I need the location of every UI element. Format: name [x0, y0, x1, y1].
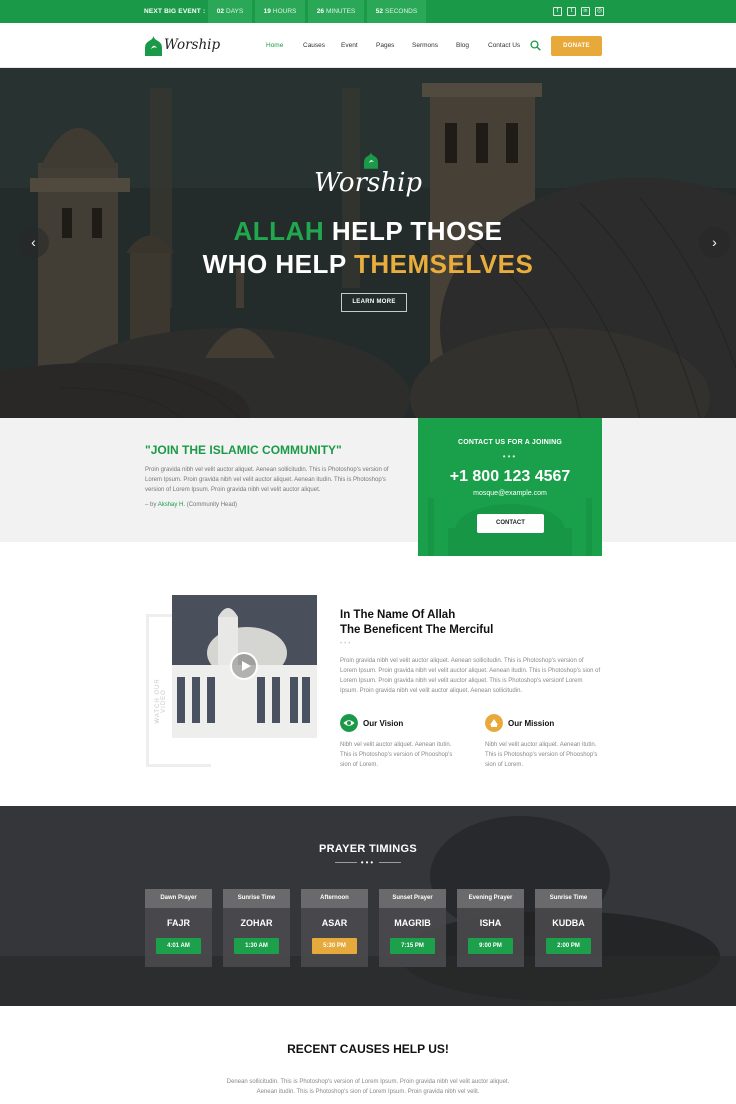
linkedin-icon[interactable]: in — [581, 7, 590, 16]
prayer-card-isha: Evening Prayer ISHA 9:00 PM — [457, 889, 524, 967]
hero-logo-icon — [364, 152, 378, 169]
contact-phone[interactable]: +1 800 123 4567 — [418, 468, 602, 486]
author-name-link[interactable]: Akshay H. — [158, 502, 185, 508]
chevron-right-icon[interactable]: › — [699, 227, 730, 258]
prayer-card-name: ISHA — [479, 918, 502, 928]
hero-headline-line2: WHO HELP THEMSELVES — [202, 249, 534, 279]
nav-blog[interactable]: Blog — [456, 23, 469, 68]
video-thumbnail[interactable] — [172, 595, 317, 738]
prayer-card-time: 1:30 AM — [234, 938, 279, 954]
contact-box: CONTACT US FOR A JOINING ••• +1 800 123 … — [418, 418, 602, 556]
prayer-card-name: KUDBA — [552, 918, 585, 928]
prayer-card-head: Dawn Prayer — [145, 889, 212, 908]
prayer-card-magrib: Sunset Prayer MAGRIB 7:15 PM — [379, 889, 446, 967]
mosque-logo-icon — [145, 36, 162, 56]
about-title: In The Name Of Allah The Beneficent The … — [340, 609, 494, 636]
nav-contact-us[interactable]: Contact Us — [488, 23, 520, 68]
learn-more-button[interactable]: LEARN MORE — [341, 293, 407, 312]
prayer-card-time: 4:01 AM — [156, 938, 201, 954]
prayer-card-kudba: Sunrise Time KUDBA 2:00 PM — [535, 889, 602, 967]
twitter-icon[interactable]: t — [567, 7, 576, 16]
search-icon[interactable] — [530, 40, 541, 51]
nav-event[interactable]: Event — [341, 23, 358, 68]
contact-button[interactable]: CONTACT — [477, 514, 544, 533]
contact-label: CONTACT US FOR A JOINING — [457, 439, 563, 446]
prayer-timings-section: PRAYER TIMINGS ••• Dawn Prayer FAJR 4:01… — [0, 806, 736, 1006]
watch-video-label: WATCH OUR VIDEO — [155, 678, 167, 724]
eye-icon — [340, 714, 358, 732]
causes-text: Denean sollicitudin. This is Photoshop's… — [226, 1079, 510, 1095]
top-bar: NEXT BIG EVENT : 02 DAYS 19 HOURS 26 MINUTE… — [0, 0, 736, 23]
prayer-card-head: Evening Prayer — [457, 889, 524, 908]
nav-home[interactable]: Home — [266, 23, 283, 68]
hero-slider: Worship ALLAH HELP THOSE WHO HELP THEMSE… — [0, 68, 736, 418]
hero-logo-text: Worship — [313, 168, 423, 198]
nav-pages[interactable]: Pages — [376, 23, 394, 68]
prayer-card-name: FAJR — [166, 918, 190, 928]
community-title: "JOIN THE ISLAMIC COMMUNITY" — [145, 443, 342, 457]
countdown-hours: 19 HOURS — [255, 0, 305, 23]
instagram-icon[interactable]: ◎ — [595, 7, 604, 16]
prayer-card-asar: Afternoon ASAR 5:30 PM — [301, 889, 368, 967]
prayer-card-time: 7:15 PM — [390, 938, 435, 954]
vision-title: Our Vision — [363, 719, 404, 728]
prayer-card-name: MAGRIB — [394, 918, 431, 928]
prayer-card-time: 5:30 PM — [312, 938, 357, 954]
nav-causes[interactable]: Causes — [303, 23, 325, 68]
play-icon[interactable] — [230, 652, 258, 680]
about-text: Proin gravida nibh vel velit auctor aliq… — [340, 658, 601, 694]
contact-dots: ••• — [502, 452, 518, 461]
prayer-card-time: 9:00 PM — [468, 938, 513, 954]
prayer-card-head: Sunrise Time — [223, 889, 290, 908]
mission-icon — [485, 714, 503, 732]
community-author: – by Akshay H. (Community Head) — [145, 502, 238, 508]
prayer-card-zohar: Sunrise Time ZOHAR 1:30 AM — [223, 889, 290, 967]
mission-text: Nibh vel velit auctor aliquet. Aenean it… — [485, 742, 598, 768]
prayer-card-fajr: Dawn Prayer FAJR 4:01 AM — [145, 889, 212, 967]
facebook-icon[interactable]: f — [553, 7, 562, 16]
prayer-card-time: 2:00 PM — [546, 938, 591, 954]
next-event-label: NEXT BIG EVENT : — [144, 8, 206, 15]
causes-title: RECENT CAUSES HELP US! — [287, 1042, 449, 1056]
prayer-title: PRAYER TIMINGS — [319, 843, 417, 855]
contact-email[interactable]: mosque@example.com — [418, 490, 602, 497]
community-text: Proin gravida nibh vel velit auctor aliq… — [145, 467, 389, 493]
prayer-card-head: Afternoon — [301, 889, 368, 908]
vision-text: Nibh vel velit auctor aliquet. Aenean it… — [340, 742, 453, 768]
hero-headline-line1: ALLAH HELP THOSE — [233, 216, 503, 246]
community-section: "JOIN THE ISLAMIC COMMUNITY" Proin gravi… — [0, 418, 736, 542]
nav-sermons[interactable]: Sermons — [412, 23, 438, 68]
prayer-dots: ••• — [0, 858, 736, 867]
mission-title: Our Mission — [508, 719, 555, 728]
donate-button[interactable]: DONATE — [551, 36, 602, 56]
main-navbar: Worship Home Causes Event Pages Sermons … — [0, 23, 736, 68]
chevron-left-icon[interactable]: ‹ — [18, 227, 49, 258]
prayer-card-name: ASAR — [321, 918, 348, 928]
prayer-card-name: ZOHAR — [240, 918, 273, 928]
prayer-card-head: Sunrise Time — [535, 889, 602, 908]
about-dots: ••• — [340, 641, 353, 647]
countdown-seconds: 52 SECONDS — [367, 0, 426, 23]
prayer-card-head: Sunset Prayer — [379, 889, 446, 908]
countdown-minutes: 26 MINUTES — [308, 0, 364, 23]
prayer-background-image — [0, 806, 736, 1006]
logo-text: Worship — [164, 37, 221, 53]
countdown-days: 02 DAYS — [208, 0, 252, 23]
